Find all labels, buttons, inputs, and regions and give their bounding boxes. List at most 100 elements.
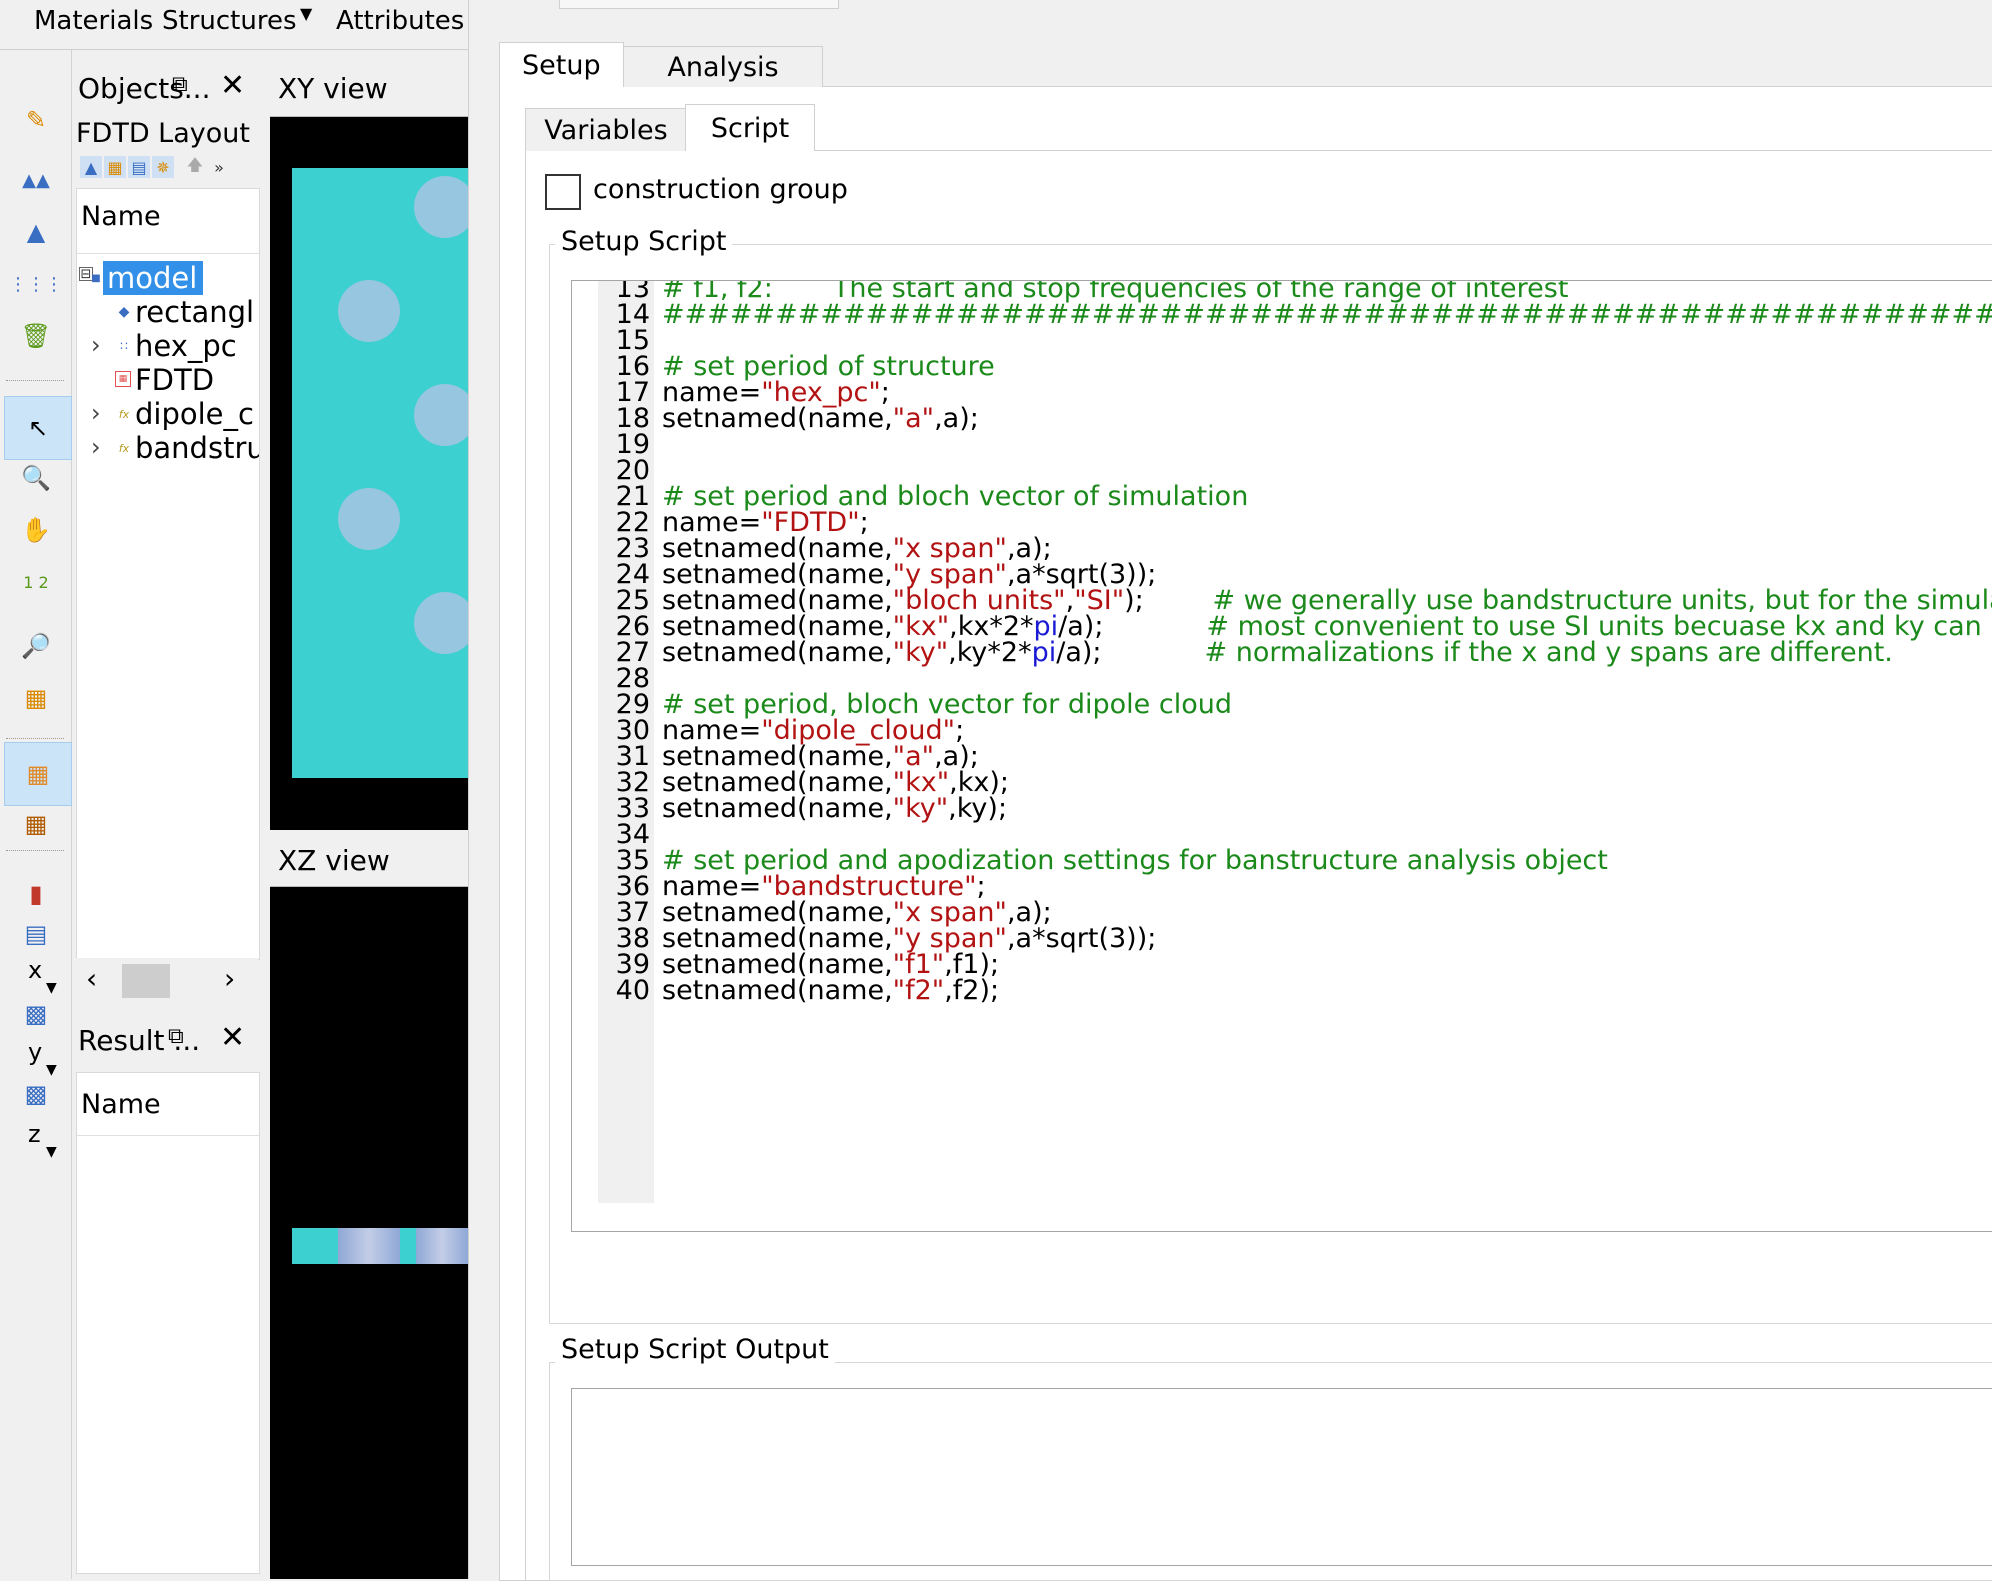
axis-x-bars-icon[interactable]: ▩	[18, 996, 54, 1032]
menu-structures[interactable]: Structures	[162, 6, 297, 36]
code-token-plain: ,ky);	[948, 793, 1008, 824]
tree-item-label: hex_pc	[135, 329, 237, 363]
tree-item-label: model	[103, 261, 204, 295]
setup-script-editor[interactable]: 13 # f1, f2: The start and stop frequenci…	[571, 280, 1992, 1232]
tree-item-label: dipole_c	[135, 397, 254, 431]
zoom-icon[interactable]: 🔍	[18, 460, 54, 496]
horizontal-scrollbar[interactable]: ‹ ›	[76, 958, 258, 1004]
add-source-icon[interactable]: ✵	[152, 156, 174, 178]
float-panel-icon[interactable]: ⧉	[172, 72, 188, 97]
script-group-icon: fx	[118, 407, 130, 421]
ruler-icon[interactable]: 1 2	[18, 564, 54, 600]
mesh-icon[interactable]: ▦	[18, 680, 54, 716]
menu-materials[interactable]: Materials	[34, 6, 153, 36]
slab-hole-section	[416, 1228, 468, 1264]
layout-label: FDTD Layout	[76, 118, 250, 149]
rectangle-icon: ◆	[118, 304, 130, 320]
slice-layers-icon[interactable]: ▤	[18, 916, 54, 952]
code-token-plain: setnamed(name,	[662, 975, 893, 1006]
pointer-icon[interactable]: ↖	[4, 396, 72, 460]
grid-dots-icon[interactable]: ⋮⋮⋮	[9, 266, 63, 302]
pan-hand-icon[interactable]: ✋	[18, 512, 54, 548]
code-token-plain: ,ky*2*	[948, 637, 1032, 668]
tree-item-label: rectangl	[135, 295, 255, 329]
tab-script[interactable]: Script	[685, 104, 815, 151]
close-icon[interactable]: ✕	[220, 68, 245, 103]
xz-view-header: XZ view	[270, 830, 468, 887]
tree-item-bandstructure[interactable]: › fx bandstru	[77, 431, 259, 471]
setup-script-output-title: Setup Script Output	[555, 1334, 835, 1365]
toolbar-separator	[6, 380, 64, 381]
line-number: 40	[615, 975, 650, 1006]
scroll-right-icon[interactable]: ›	[224, 962, 235, 995]
scroll-left-icon[interactable]: ‹	[86, 962, 97, 995]
tree-header: Name	[77, 189, 259, 254]
objects-panel: Objects... ⧉ ✕ FDTD Layout ▲ ▦ ▤ ✵ 🡅 » N…	[74, 62, 260, 1012]
construction-group-checkbox[interactable]	[545, 174, 581, 210]
object-tree: Name ⊟ ■ model ◆ rectangl › ∷ hex_pc ▦ F…	[76, 188, 260, 960]
code-token-plain: ,f2);	[944, 975, 1000, 1006]
mountains-icon[interactable]: ▲▲	[18, 162, 54, 198]
code-token-comment: # normalizations if the x and y spans ar…	[1204, 637, 1893, 668]
photonic-hole	[414, 592, 468, 654]
structures-dropdown-icon[interactable]: ▼	[300, 4, 312, 23]
photonic-hole	[338, 488, 400, 550]
objects-panel-title: Objects...	[78, 72, 211, 105]
add-group-icon[interactable]: ▦	[104, 156, 126, 178]
code-lines: 13 # f1, f2: The start and stop frequenci…	[572, 281, 1992, 1231]
scrollbar-thumb[interactable]	[122, 964, 170, 998]
tree-item-label: bandstru	[135, 431, 259, 465]
axis-y-bars-icon[interactable]: ▩	[18, 1076, 54, 1112]
axis-x-dropdown-icon[interactable]: ▼	[46, 980, 57, 996]
move-up-icon[interactable]: 🡅	[184, 155, 206, 178]
axis-z-dropdown-icon[interactable]: ▼	[46, 1144, 57, 1160]
xy-view-header: XY view	[270, 62, 468, 117]
photonic-hole	[414, 176, 468, 238]
slice-bar-icon[interactable]: ▮	[18, 876, 54, 912]
add-analysis-icon[interactable]: ▤	[128, 156, 150, 178]
object-properties-panel: Setup Analysis Variables Script construc…	[468, 0, 1992, 1581]
structure-group-icon: ∷	[120, 339, 128, 353]
photonic-hole	[414, 384, 468, 446]
add-structure-icon[interactable]: ▲	[80, 156, 102, 178]
code-token-keyword: pi	[1031, 637, 1057, 668]
trash-icon[interactable]: 🗑	[18, 318, 54, 354]
pyramid-icon[interactable]: ▲	[18, 214, 54, 250]
result-panel: Result ... ⧉ ✕ Name	[74, 1012, 260, 1579]
tab-setup[interactable]: Setup	[499, 42, 624, 87]
axis-y-label: y	[28, 1038, 43, 1066]
tab-variables[interactable]: Variables	[525, 108, 687, 151]
setup-script-output-box[interactable]	[571, 1388, 1992, 1566]
tree-column-name: Name	[81, 201, 161, 232]
toolbar-separator	[6, 738, 64, 739]
code-token-string: "ky"	[892, 637, 949, 668]
menu-bar: Materials Structures ▼ Attributes	[0, 0, 468, 50]
xy-view-title: XY view	[278, 72, 388, 105]
photonic-hole	[338, 280, 400, 342]
edit-icon[interactable]: ✎	[18, 102, 54, 138]
calculator-icon[interactable]: ▦	[18, 806, 54, 842]
grid-view-icon[interactable]: ▦	[4, 742, 72, 806]
xz-structure-slab[interactable]	[292, 1228, 468, 1264]
result-header: Name	[77, 1073, 259, 1136]
xy-structure-canvas[interactable]	[292, 168, 468, 778]
code-token-comment: ########################################…	[662, 299, 1992, 330]
line-text: setnamed(name,"ky",ky);	[662, 793, 1007, 824]
tab-analysis[interactable]: Analysis	[623, 46, 823, 87]
line-text: ########################################…	[662, 299, 1992, 330]
line-text: setnamed(name,"ky",ky*2*pi/a); # normali…	[662, 637, 1893, 668]
menu-attributes[interactable]: Attributes	[336, 6, 464, 36]
expand-chevron-icon[interactable]: ›	[91, 433, 101, 461]
float-panel-icon[interactable]: ⧉	[168, 1024, 184, 1049]
xz-view[interactable]: XZ view	[270, 830, 468, 1579]
more-icon[interactable]: »	[208, 156, 230, 178]
close-icon[interactable]: ✕	[220, 1020, 245, 1055]
construction-group-label[interactable]: construction group	[593, 174, 848, 205]
setup-script-title: Setup Script	[555, 226, 733, 257]
result-column-name: Name	[81, 1089, 161, 1120]
expand-chevron-icon[interactable]: ›	[91, 331, 101, 359]
code-token-plain: setnamed(name,	[662, 637, 893, 668]
zoom-extent-icon[interactable]: 🔎	[18, 628, 54, 664]
expand-chevron-icon[interactable]: ›	[91, 399, 101, 427]
xy-view[interactable]: XY view	[270, 62, 468, 830]
